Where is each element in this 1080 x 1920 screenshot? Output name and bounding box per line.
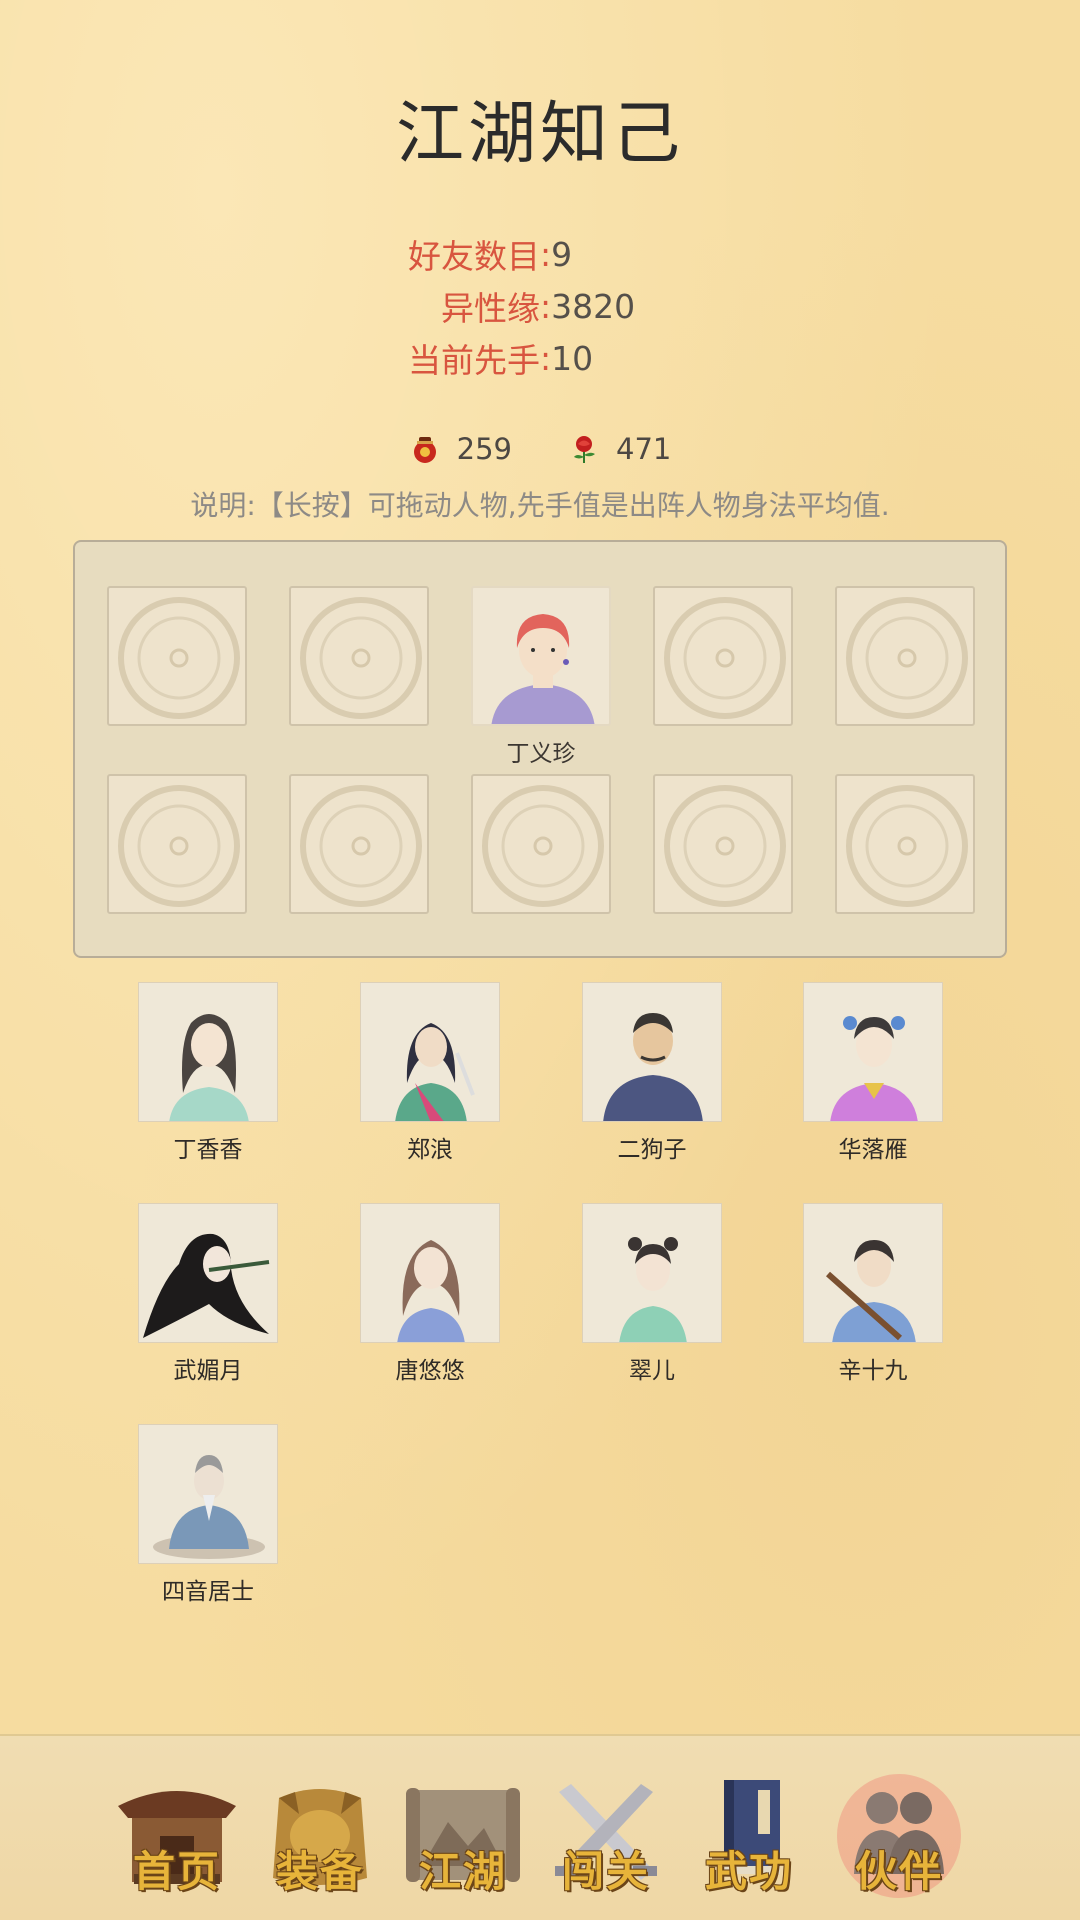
character-portrait-icon — [491, 614, 595, 724]
resource-bar: 259 471 — [0, 432, 1080, 466]
character-portrait-icon — [619, 1237, 687, 1342]
companion-name: 华落雁 — [838, 1137, 908, 1163]
emblem-icon — [846, 597, 968, 719]
character-portrait-icon — [143, 1233, 270, 1338]
formation-slot-empty[interactable] — [653, 586, 793, 726]
nav-label: 伙伴 — [854, 1847, 943, 1896]
nav-partners[interactable]: 伙伴 — [834, 1766, 964, 1906]
companion-portrait-zheng-lang[interactable] — [360, 982, 500, 1122]
stat-charm: 异性缘:3820 — [0, 280, 1080, 332]
stat-value: 9 — [551, 234, 573, 274]
emblem-icon — [482, 785, 604, 907]
character-portrait-icon — [826, 1240, 916, 1342]
stat-value: 10 — [551, 338, 594, 378]
stat-value: 3820 — [551, 286, 636, 326]
formation-grid: 丁义珍 — [73, 540, 1007, 958]
nav-label: 闯关 — [561, 1847, 650, 1896]
companion-name: 辛十九 — [838, 1358, 908, 1384]
formation-slot-empty[interactable] — [835, 774, 975, 914]
resource-wine: 259 — [409, 432, 512, 466]
companion-name: 二狗子 — [617, 1137, 687, 1163]
emblem-icon — [118, 785, 240, 907]
companion-portrait-tang-youyou[interactable] — [360, 1203, 500, 1343]
companion-name: 丁香香 — [173, 1137, 243, 1163]
formation-character-name: 丁义珍 — [506, 741, 576, 767]
stat-label: 当前先手 — [408, 341, 540, 380]
nav-label: 江湖 — [418, 1847, 507, 1896]
stat-friend-count: 好友数目:9 — [0, 228, 1080, 280]
companion-name: 郑浪 — [407, 1137, 453, 1163]
emblem-icon — [118, 597, 240, 719]
instruction-note: 说明:【长按】可拖动人物,先手值是出阵人物身法平均值. — [190, 489, 890, 522]
formation-slot-empty[interactable] — [835, 586, 975, 726]
wine-jar-icon — [413, 437, 436, 463]
emblem-icon — [664, 785, 786, 907]
bottom-navigation: 首页 装备 江湖 闯关 武功 伙伴 — [0, 1734, 1080, 1920]
companion-portrait-hua-luoyan[interactable] — [803, 982, 943, 1122]
nav-label: 首页 — [132, 1847, 221, 1896]
nav-martial-arts[interactable]: 武功 — [684, 1766, 814, 1906]
resource-rose: 471 — [568, 432, 671, 466]
companion-portrait-er-gouzi[interactable] — [582, 982, 722, 1122]
emblem-icon — [846, 785, 968, 907]
character-portrait-icon — [603, 1013, 703, 1121]
nav-equipment[interactable]: 装备 — [255, 1766, 385, 1906]
formation-slot-empty[interactable] — [107, 774, 247, 914]
formation-slot-ding-yizhen[interactable] — [471, 586, 611, 726]
companion-portrait-siyin-jushi[interactable] — [138, 1424, 278, 1564]
resource-value: 259 — [456, 432, 512, 466]
formation-slot-empty[interactable] — [289, 774, 429, 914]
stat-initiative: 当前先手:10 — [0, 332, 1080, 384]
resource-value: 471 — [616, 432, 672, 466]
rose-icon — [574, 436, 595, 463]
nav-label: 装备 — [275, 1847, 364, 1896]
stat-label: 好友数目 — [408, 237, 540, 276]
formation-slot-empty[interactable] — [471, 774, 611, 914]
character-portrait-icon — [395, 1023, 475, 1121]
companion-name: 翠儿 — [629, 1358, 675, 1384]
companion-portrait-wu-meiyue[interactable] — [138, 1203, 278, 1343]
nav-challenge[interactable]: 闯关 — [541, 1766, 671, 1906]
character-portrait-icon — [830, 1016, 918, 1121]
page-title: 江湖知己 — [395, 95, 684, 174]
companion-portrait-ding-xiangxiang[interactable] — [138, 982, 278, 1122]
companion-name: 武媚月 — [173, 1358, 243, 1384]
emblem-icon — [664, 597, 786, 719]
stats-panel: 好友数目:9 异性缘:3820 当前先手:10 — [0, 228, 1080, 384]
nav-jianghu[interactable]: 江湖 — [398, 1766, 528, 1906]
formation-slot-empty[interactable] — [107, 586, 247, 726]
companion-name: 四音居士 — [162, 1579, 254, 1605]
formation-slot-empty[interactable] — [289, 586, 429, 726]
nav-label: 武功 — [704, 1847, 793, 1896]
stat-label: 异性缘 — [441, 289, 540, 328]
companion-portrait-xin-shijiu[interactable] — [803, 1203, 943, 1343]
emblem-icon — [300, 597, 422, 719]
character-portrait-icon — [397, 1240, 465, 1342]
character-portrait-icon — [169, 1014, 249, 1121]
character-portrait-icon — [153, 1455, 265, 1559]
nav-home[interactable]: 首页 — [112, 1766, 242, 1906]
emblem-icon — [300, 785, 422, 907]
formation-slot-empty[interactable] — [653, 774, 793, 914]
companion-name: 唐悠悠 — [395, 1358, 465, 1384]
companion-portrait-cui-er[interactable] — [582, 1203, 722, 1343]
